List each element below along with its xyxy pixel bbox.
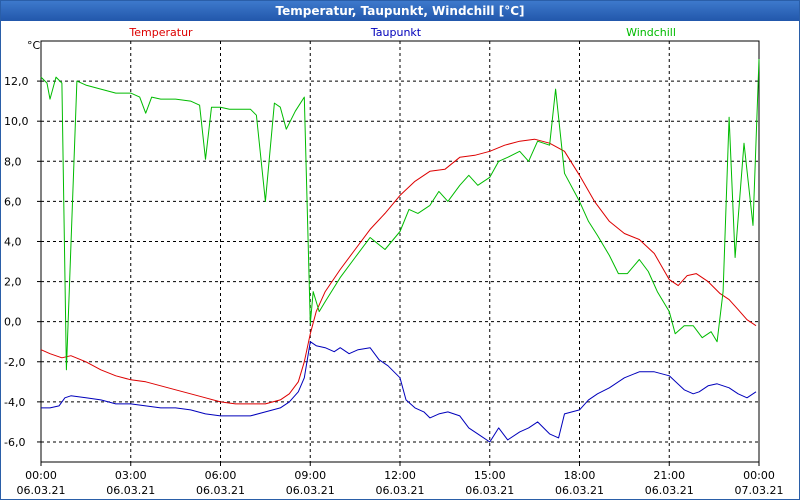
x-tick-date: 06.03.21 — [376, 484, 425, 497]
y-tick-label: 0,0 — [4, 316, 22, 329]
y-tick-label: -6,0 — [4, 436, 25, 449]
y-tick-label: 10,0 — [4, 115, 29, 128]
y-tick-label: 4,0 — [4, 235, 22, 248]
y-tick-label: 8,0 — [4, 155, 22, 168]
x-tick-date: 07.03.21 — [735, 484, 784, 497]
x-tick-time: 18:00 — [564, 469, 596, 482]
x-tick-date: 06.03.21 — [17, 484, 66, 497]
x-tick-date: 06.03.21 — [196, 484, 245, 497]
x-tick-date: 06.03.21 — [465, 484, 514, 497]
legend-entry-taupunkt: Taupunkt — [370, 26, 422, 39]
x-tick-date: 06.03.21 — [645, 484, 694, 497]
legend-entry-temperatur: Temperatur — [128, 26, 193, 39]
x-tick-time: 00:00 — [743, 469, 775, 482]
x-tick-date: 06.03.21 — [106, 484, 155, 497]
y-tick-label: -2,0 — [4, 356, 25, 369]
y-tick-label: 2,0 — [4, 276, 22, 289]
x-tick-time: 03:00 — [115, 469, 147, 482]
chart-plot: -6,0 -4,0 -2,0 0,0 2,0 4,0 6,0 8,0 10,0 12,0 00:00… — [4, 26, 784, 497]
y-tick-label: 6,0 — [4, 195, 22, 208]
y-tick-label: 12,0 — [4, 75, 29, 88]
x-tick-time: 12:00 — [384, 469, 416, 482]
x-tick-time: 21:00 — [653, 469, 685, 482]
chart-window: Temperatur, Taupunkt, Windchill [°C] -6,… — [0, 0, 800, 500]
legend-entry-windchill: Windchill — [626, 26, 676, 39]
y-axis-label: °C — [27, 39, 41, 52]
x-tick-date: 06.03.21 — [286, 484, 335, 497]
x-tick-time: 09:00 — [294, 469, 326, 482]
x-tick-time: 15:00 — [474, 469, 506, 482]
chart-title: Temperatur, Taupunkt, Windchill [°C] — [1, 1, 799, 21]
y-tick-label: -4,0 — [4, 396, 25, 409]
x-tick-date: 06.03.21 — [555, 484, 604, 497]
x-tick-time: 06:00 — [205, 469, 237, 482]
x-tick-time: 00:00 — [25, 469, 57, 482]
